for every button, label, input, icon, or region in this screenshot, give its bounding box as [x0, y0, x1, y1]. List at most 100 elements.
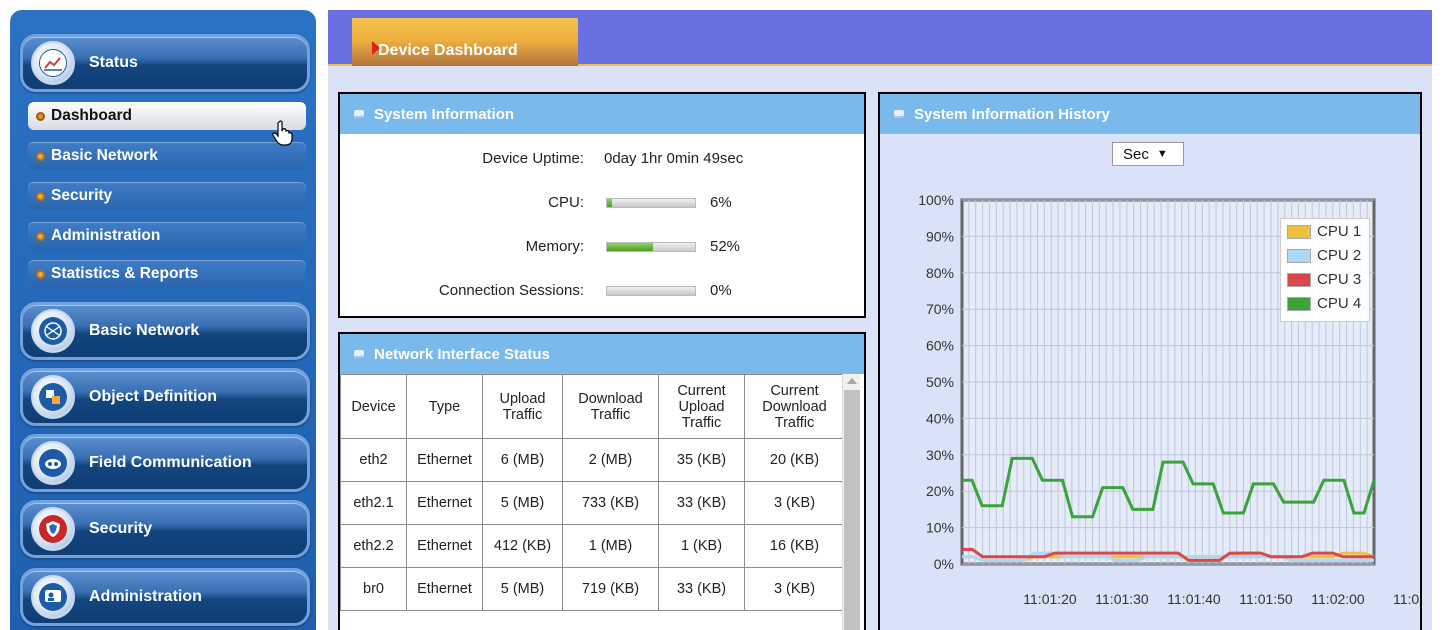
- nav-field-communication[interactable]: Field Communication: [20, 434, 310, 492]
- cell: 719 (KB): [562, 567, 659, 611]
- interval-select[interactable]: Sec ▼: [1112, 142, 1184, 166]
- legend-swatch: [1287, 272, 1311, 287]
- nav-object-definition[interactable]: Object Definition: [20, 368, 310, 426]
- memory-row: Memory: 52%: [340, 232, 864, 262]
- uptime-row: Device Uptime: 0day 1hr 0min 49sec: [340, 144, 864, 174]
- top-bar: Device Dashboard: [328, 10, 1432, 66]
- sidebar-item-label: Security: [51, 187, 113, 204]
- y-tick-label: 100%: [918, 194, 954, 208]
- bullet-icon: [36, 191, 45, 201]
- cpu-percent: 6%: [710, 194, 732, 211]
- cell: Ethernet: [406, 481, 483, 525]
- col-header: Download Traffic: [562, 374, 659, 439]
- cell: Ethernet: [406, 567, 483, 611]
- cell: 2 (MB): [562, 438, 659, 482]
- main-content: Device Dashboard System Information Devi…: [328, 10, 1432, 630]
- arrow-right-icon: [372, 41, 380, 55]
- chart-legend: CPU 1 CPU 2 CPU 3 CPU 4: [1280, 218, 1370, 322]
- scroll-up-icon[interactable]: [847, 378, 857, 384]
- sidebar-item-label: Statistics & Reports: [51, 265, 199, 282]
- cell: 1 (KB): [658, 524, 745, 568]
- panel-header: System Information: [340, 94, 864, 134]
- legend-swatch: [1287, 296, 1311, 311]
- legend-item: CPU 1: [1287, 223, 1361, 240]
- y-tick-label: 30%: [926, 447, 954, 463]
- table-row: eth2 Ethernet 6 (MB) 2 (MB) 35 (KB) 20 (…: [340, 438, 845, 482]
- uptime-label: Device Uptime:: [482, 150, 584, 167]
- sidebar-item-security[interactable]: Security: [28, 182, 306, 210]
- memory-bar-fill: [607, 243, 653, 251]
- cell: 33 (KB): [658, 481, 745, 525]
- table-row: eth2.2 Ethernet 412 (KB) 1 (MB) 1 (KB) 1…: [340, 524, 845, 568]
- nav-security[interactable]: Security: [20, 500, 310, 558]
- object-icon: [31, 375, 75, 419]
- legend-label: CPU 3: [1317, 271, 1362, 288]
- y-tick-label: 20%: [926, 483, 954, 499]
- uptime-value: 0day 1hr 0min 49sec: [604, 150, 744, 167]
- col-header: Upload Traffic: [482, 374, 563, 439]
- panel-title: System Information: [374, 105, 515, 123]
- panel-title: System Information History: [914, 105, 1110, 123]
- chart-icon: [31, 41, 75, 85]
- legend-swatch: [1287, 224, 1311, 239]
- cell: Ethernet: [406, 438, 483, 482]
- field-communication-icon: [31, 441, 75, 485]
- cell: Ethernet: [406, 524, 483, 568]
- tab-label: Device Dashboard: [378, 42, 518, 59]
- hand-cursor-icon: [272, 120, 293, 146]
- tab-device-dashboard[interactable]: Device Dashboard: [352, 18, 578, 66]
- nav-status[interactable]: Status: [20, 34, 310, 92]
- y-tick-label: 0%: [934, 556, 954, 572]
- nav-object-definition-label: Object Definition: [89, 388, 217, 405]
- memory-percent: 52%: [710, 238, 741, 255]
- cpu-bar-fill: [607, 199, 613, 207]
- table-header-row: Device Type Upload Traffic Download Traf…: [340, 374, 845, 439]
- network-interface-panel: Network Interface Status Device Type Upl…: [338, 332, 866, 630]
- bullet-icon: [36, 231, 45, 241]
- panel-header: Network Interface Status: [340, 334, 864, 374]
- sessions-label: Connection Sessions:: [438, 282, 584, 299]
- panel-icon: [894, 110, 904, 118]
- cpu-label: CPU:: [548, 194, 584, 211]
- sidebar-item-statistics-reports[interactable]: Statistics & Reports: [28, 260, 306, 288]
- x-tick-label: 11:02:00: [1311, 591, 1365, 607]
- cell: 1 (MB): [562, 524, 659, 568]
- scrollbar-thumb[interactable]: [844, 390, 860, 630]
- legend-label: CPU 4: [1317, 295, 1362, 312]
- x-tick-label: 11:01:50: [1239, 591, 1293, 607]
- cell: 5 (MB): [482, 567, 563, 611]
- interval-select-value: Sec: [1123, 145, 1149, 163]
- table-scrollbar[interactable]: [842, 374, 860, 630]
- nav-basic-network[interactable]: Basic Network: [20, 302, 310, 360]
- memory-progress-bar: [606, 242, 696, 252]
- system-information-panel: System Information Device Uptime: 0day 1…: [338, 92, 866, 318]
- cell: 20 (KB): [744, 438, 845, 482]
- bullet-icon: [36, 111, 45, 121]
- cell: eth2.1: [340, 481, 407, 525]
- sidebar-item-administration[interactable]: Administration: [28, 222, 306, 250]
- nav-administration[interactable]: Administration: [20, 568, 310, 626]
- cpu-progress-bar: [606, 198, 696, 208]
- cell: eth2.2: [340, 524, 407, 568]
- sidebar-item-basic-network[interactable]: Basic Network: [28, 142, 306, 170]
- bullet-icon: [36, 269, 45, 279]
- x-tick-label: 11:01:40: [1167, 591, 1221, 607]
- sidebar-item-dashboard[interactable]: Dashboard: [28, 102, 306, 130]
- y-tick-label: 50%: [926, 374, 954, 390]
- admin-icon: [31, 575, 75, 619]
- cell: br0: [340, 567, 407, 611]
- x-tick-label: 11:01:20: [1023, 591, 1077, 607]
- x-tick-label: 11:02: [1393, 591, 1420, 607]
- legend-item: CPU 2: [1287, 247, 1361, 264]
- sessions-percent: 0%: [710, 282, 732, 299]
- panel-header: System Information History: [880, 94, 1420, 134]
- cell: eth2: [340, 438, 407, 482]
- nav-basic-network-label: Basic Network: [89, 322, 200, 339]
- legend-swatch: [1287, 248, 1311, 263]
- interface-table: Device Type Upload Traffic Download Traf…: [340, 374, 845, 611]
- cell: 16 (KB): [744, 524, 845, 568]
- col-header: Current Download Traffic: [744, 374, 845, 439]
- cell: 5 (MB): [482, 481, 563, 525]
- memory-label: Memory:: [525, 238, 584, 255]
- shield-icon: [31, 507, 75, 551]
